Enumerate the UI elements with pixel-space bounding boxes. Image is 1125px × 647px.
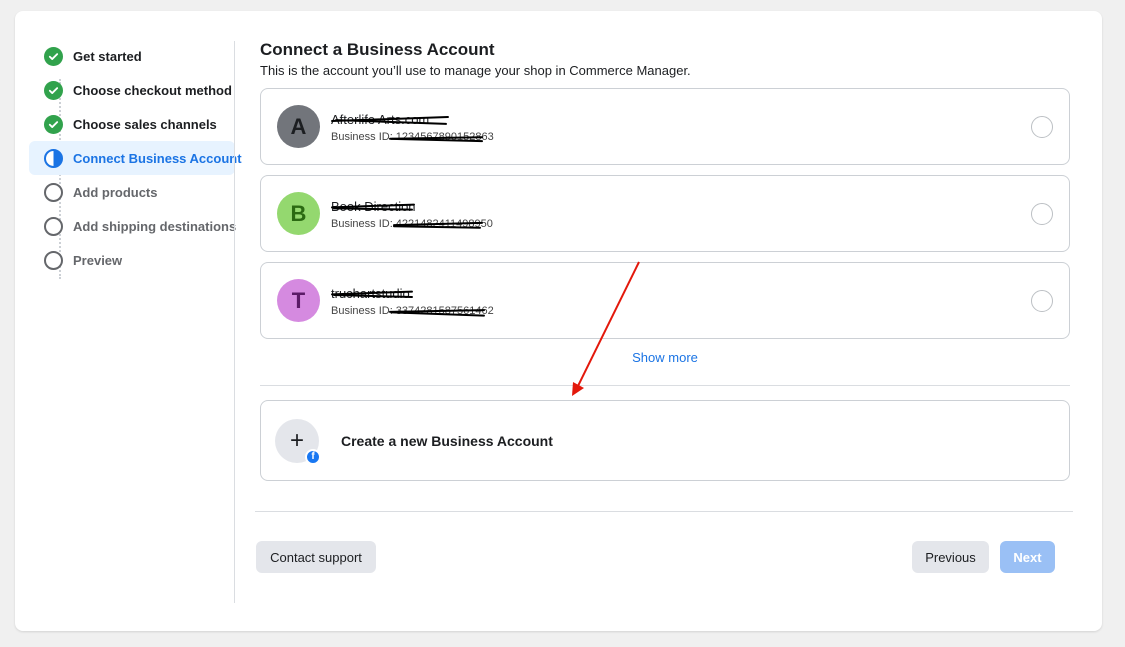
business-account-option[interactable]: T truchartstudio Business ID: 3374281587… <box>260 262 1070 339</box>
account-id: Business ID: 3374281587561462 <box>331 305 494 317</box>
business-account-option[interactable]: B Book Direction Business ID: 4221482411… <box>260 175 1070 252</box>
step-label: Preview <box>73 252 123 268</box>
radio-button[interactable] <box>1031 290 1053 312</box>
step-label: Choose checkout method <box>73 82 232 98</box>
step-label: Add shipping destinations <box>73 218 237 234</box>
facebook-icon: f <box>305 448 321 465</box>
page-title: Connect a Business Account <box>260 40 495 59</box>
next-button[interactable]: Next <box>1000 541 1055 573</box>
avatar: B <box>277 192 320 235</box>
page-subtitle: This is the account you’ll use to manage… <box>260 63 691 78</box>
account-name: Book Direction <box>330 199 416 214</box>
section-divider <box>260 385 1070 386</box>
account-id: Business ID: 4221482411498950 <box>331 218 493 230</box>
previous-button[interactable]: Previous <box>912 541 989 573</box>
radio-button[interactable] <box>1031 203 1053 225</box>
step-choose-checkout-method[interactable]: Choose checkout method <box>29 73 239 107</box>
check-circle-icon <box>44 114 63 134</box>
check-circle-icon <box>44 46 63 66</box>
account-name: Afterlife Arts.com <box>331 112 449 127</box>
step-get-started[interactable]: Get started <box>29 39 239 73</box>
empty-circle-icon <box>44 182 63 202</box>
radio-button[interactable] <box>1031 116 1053 138</box>
step-label: Get started <box>73 48 142 64</box>
create-account-label: Create a new Business Account <box>341 432 553 449</box>
half-circle-icon <box>44 148 63 168</box>
show-more-link[interactable]: Show more <box>260 350 1070 365</box>
vertical-divider <box>234 41 235 603</box>
empty-circle-icon <box>44 216 63 236</box>
step-choose-sales-channels[interactable]: Choose sales channels <box>29 107 239 141</box>
step-add-shipping-destinations[interactable]: Add shipping destinations <box>29 209 239 243</box>
avatar: A <box>277 105 320 148</box>
plus-icon: + f <box>275 418 321 465</box>
check-circle-icon <box>44 80 63 100</box>
create-business-account-button[interactable]: + f Create a new Business Account <box>260 400 1070 481</box>
contact-support-button[interactable]: Contact support <box>256 541 376 573</box>
main-panel: Connect a Business Account This is the a… <box>260 40 1070 481</box>
empty-circle-icon <box>44 250 63 270</box>
setup-card: Get started Choose checkout method Choos… <box>15 11 1102 631</box>
step-preview[interactable]: Preview <box>29 243 239 277</box>
step-add-products[interactable]: Add products <box>29 175 239 209</box>
progress-stepper: Get started Choose checkout method Choos… <box>29 39 242 279</box>
footer-divider <box>255 511 1073 512</box>
step-connect-business-account[interactable]: Connect Business Account <box>29 141 242 175</box>
account-id: Business ID: 1234567890152863 <box>331 131 494 143</box>
step-label: Add products <box>73 184 158 200</box>
account-name: truchartstudio <box>330 286 414 301</box>
avatar: T <box>277 279 320 322</box>
business-account-option[interactable]: A Afterlife Arts.com Business ID: 123456… <box>260 88 1070 165</box>
step-label: Choose sales channels <box>73 116 217 132</box>
step-label: Connect Business Account <box>73 150 242 166</box>
